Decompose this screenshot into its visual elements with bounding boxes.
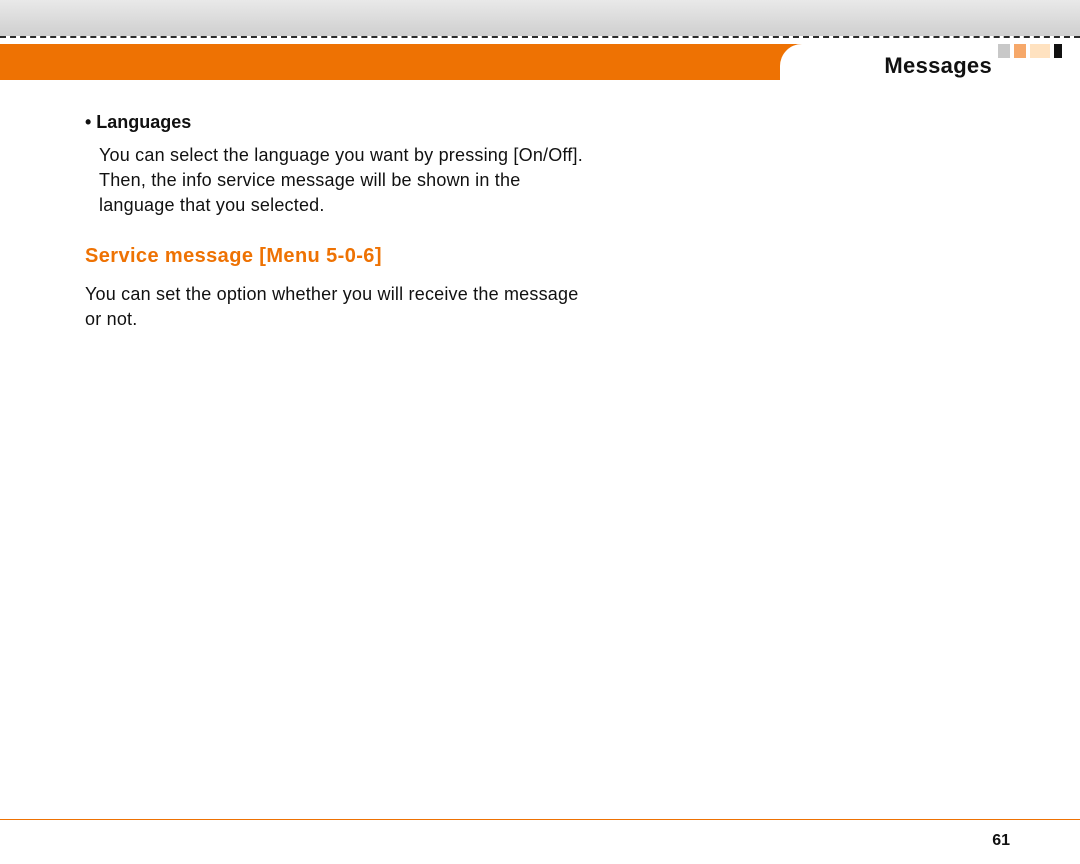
header-swatches [994,44,1062,58]
swatch-orange [1014,44,1026,58]
swatch-grey [998,44,1010,58]
footer-divider [0,819,1080,820]
top-texture-strip [0,0,1080,36]
dashed-divider [0,36,1080,38]
service-message-heading: Service message [Menu 5-0-6] [85,245,585,268]
swatch-black [1054,44,1062,58]
page-number: 61 [992,832,1010,850]
languages-body: You can select the language you want by … [85,143,585,217]
page-title: Messages [884,53,992,79]
swatch-light-orange [1030,44,1050,58]
languages-heading: • Languages [85,112,585,133]
service-message-body: You can set the option whether you will … [85,282,585,332]
manual-page: Messages • Languages You can select the … [0,0,1080,864]
content-area: • Languages You can select the language … [85,112,585,360]
